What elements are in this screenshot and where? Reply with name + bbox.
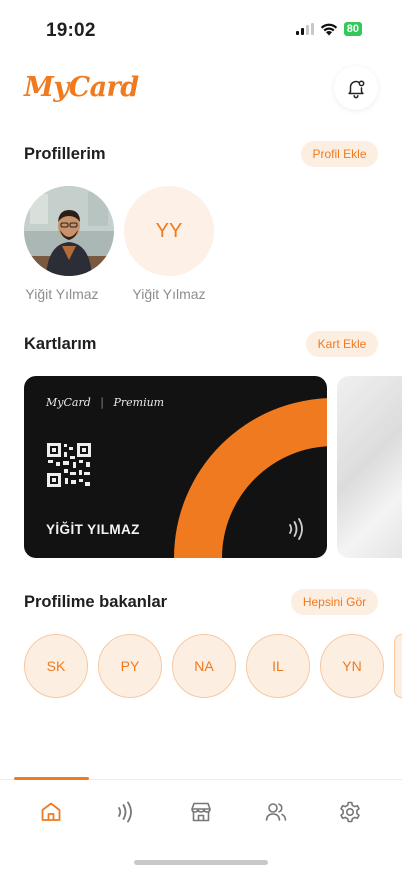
nfc-icon [118, 801, 132, 823]
store-icon [191, 802, 211, 822]
nav-home[interactable] [31, 796, 71, 828]
see-all-button[interactable]: Hepsini Gör [291, 589, 378, 615]
profiles-title: Profillerim [24, 145, 106, 163]
contacts-icon [265, 803, 287, 821]
nav-active-indicator [14, 777, 89, 780]
status-time: 19:02 [46, 20, 96, 41]
profile-name: Yiğit Yılmaz [132, 286, 206, 302]
add-profile-button[interactable]: Profil Ekle [301, 141, 378, 167]
viewer-avatar[interactable]: YN [320, 634, 384, 698]
battery-indicator: 80 [343, 22, 362, 36]
home-icon [41, 802, 61, 821]
cards-title: Kartlarım [24, 335, 97, 353]
contactless-icon [289, 518, 303, 540]
add-card-button[interactable]: Kart Ekle [306, 331, 378, 357]
profile-name: Yiğit Yılmaz [25, 286, 99, 302]
qr-code-icon [46, 442, 92, 488]
viewer-avatar[interactable]: SK [24, 634, 88, 698]
profile-avatar-initials[interactable]: YY [124, 186, 214, 276]
viewer-avatar[interactable]: NA [172, 634, 236, 698]
nav-store[interactable] [181, 796, 221, 828]
nav-contacts[interactable] [256, 796, 296, 828]
signal-icon [295, 23, 314, 35]
viewers-title: Profilime bakanlar [24, 593, 168, 611]
viewer-avatar-partial[interactable] [394, 634, 402, 698]
bell-icon [348, 80, 365, 99]
viewer-avatar[interactable]: IL [246, 634, 310, 698]
notifications-button[interactable] [334, 66, 378, 110]
nav-nfc[interactable] [106, 796, 146, 828]
status-icons: 80 [295, 22, 362, 36]
profile-avatar-photo[interactable] [24, 186, 114, 276]
profile-photo [24, 186, 114, 276]
next-card-preview[interactable] [337, 376, 402, 558]
business-card[interactable]: MyCard | Premium YİĞİT YILMAZ [24, 376, 327, 558]
nav-settings[interactable] [330, 796, 370, 828]
app-logo: MyCard [24, 72, 139, 103]
home-indicator [134, 860, 268, 865]
card-holder-name: YİĞİT YILMAZ [46, 522, 140, 537]
viewer-avatar[interactable]: PY [98, 634, 162, 698]
settings-icon [340, 801, 360, 823]
wifi-icon [320, 23, 337, 35]
card-brand: MyCard | Premium [46, 396, 165, 409]
